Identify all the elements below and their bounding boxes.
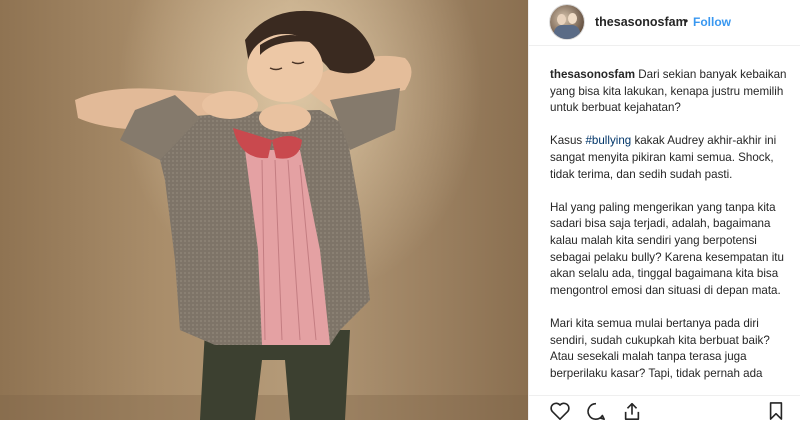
post-header: thesasonosfam • Follow: [529, 0, 800, 46]
avatar[interactable]: [550, 5, 584, 39]
caption-text: Mari kita semua mulai bertanya pada diri…: [550, 316, 770, 380]
action-bar: [529, 395, 800, 421]
caption-username[interactable]: thesasonosfam: [550, 68, 635, 81]
post-side-panel: thesasonosfam • Follow thesasonosfam Dar…: [528, 0, 800, 421]
caption-text: Kasus: [550, 134, 586, 148]
follow-button[interactable]: Follow: [693, 15, 731, 29]
caption-text: Hal yang paling mengerikan yang tanpa ki…: [550, 200, 784, 297]
photo-illustration: [0, 10, 528, 420]
header-username[interactable]: thesasonosfam: [595, 15, 687, 29]
caption-paragraph: thesasonosfam Dari sekian banyak kebaika…: [550, 67, 796, 117]
separator-dot: •: [684, 14, 689, 28]
caption-paragraph: Mari kita semua mulai bertanya pada diri…: [550, 316, 796, 382]
caption-paragraph: Hal yang paling mengerikan yang tanpa ki…: [550, 200, 796, 300]
post-photo[interactable]: [0, 0, 528, 420]
hashtag-link[interactable]: #bullying: [585, 134, 631, 147]
caption-paragraph: Kasus #bullying kakak Audrey akhir-akhir…: [550, 133, 796, 183]
post-caption: thesasonosfam Dari sekian banyak kebaika…: [550, 67, 796, 399]
